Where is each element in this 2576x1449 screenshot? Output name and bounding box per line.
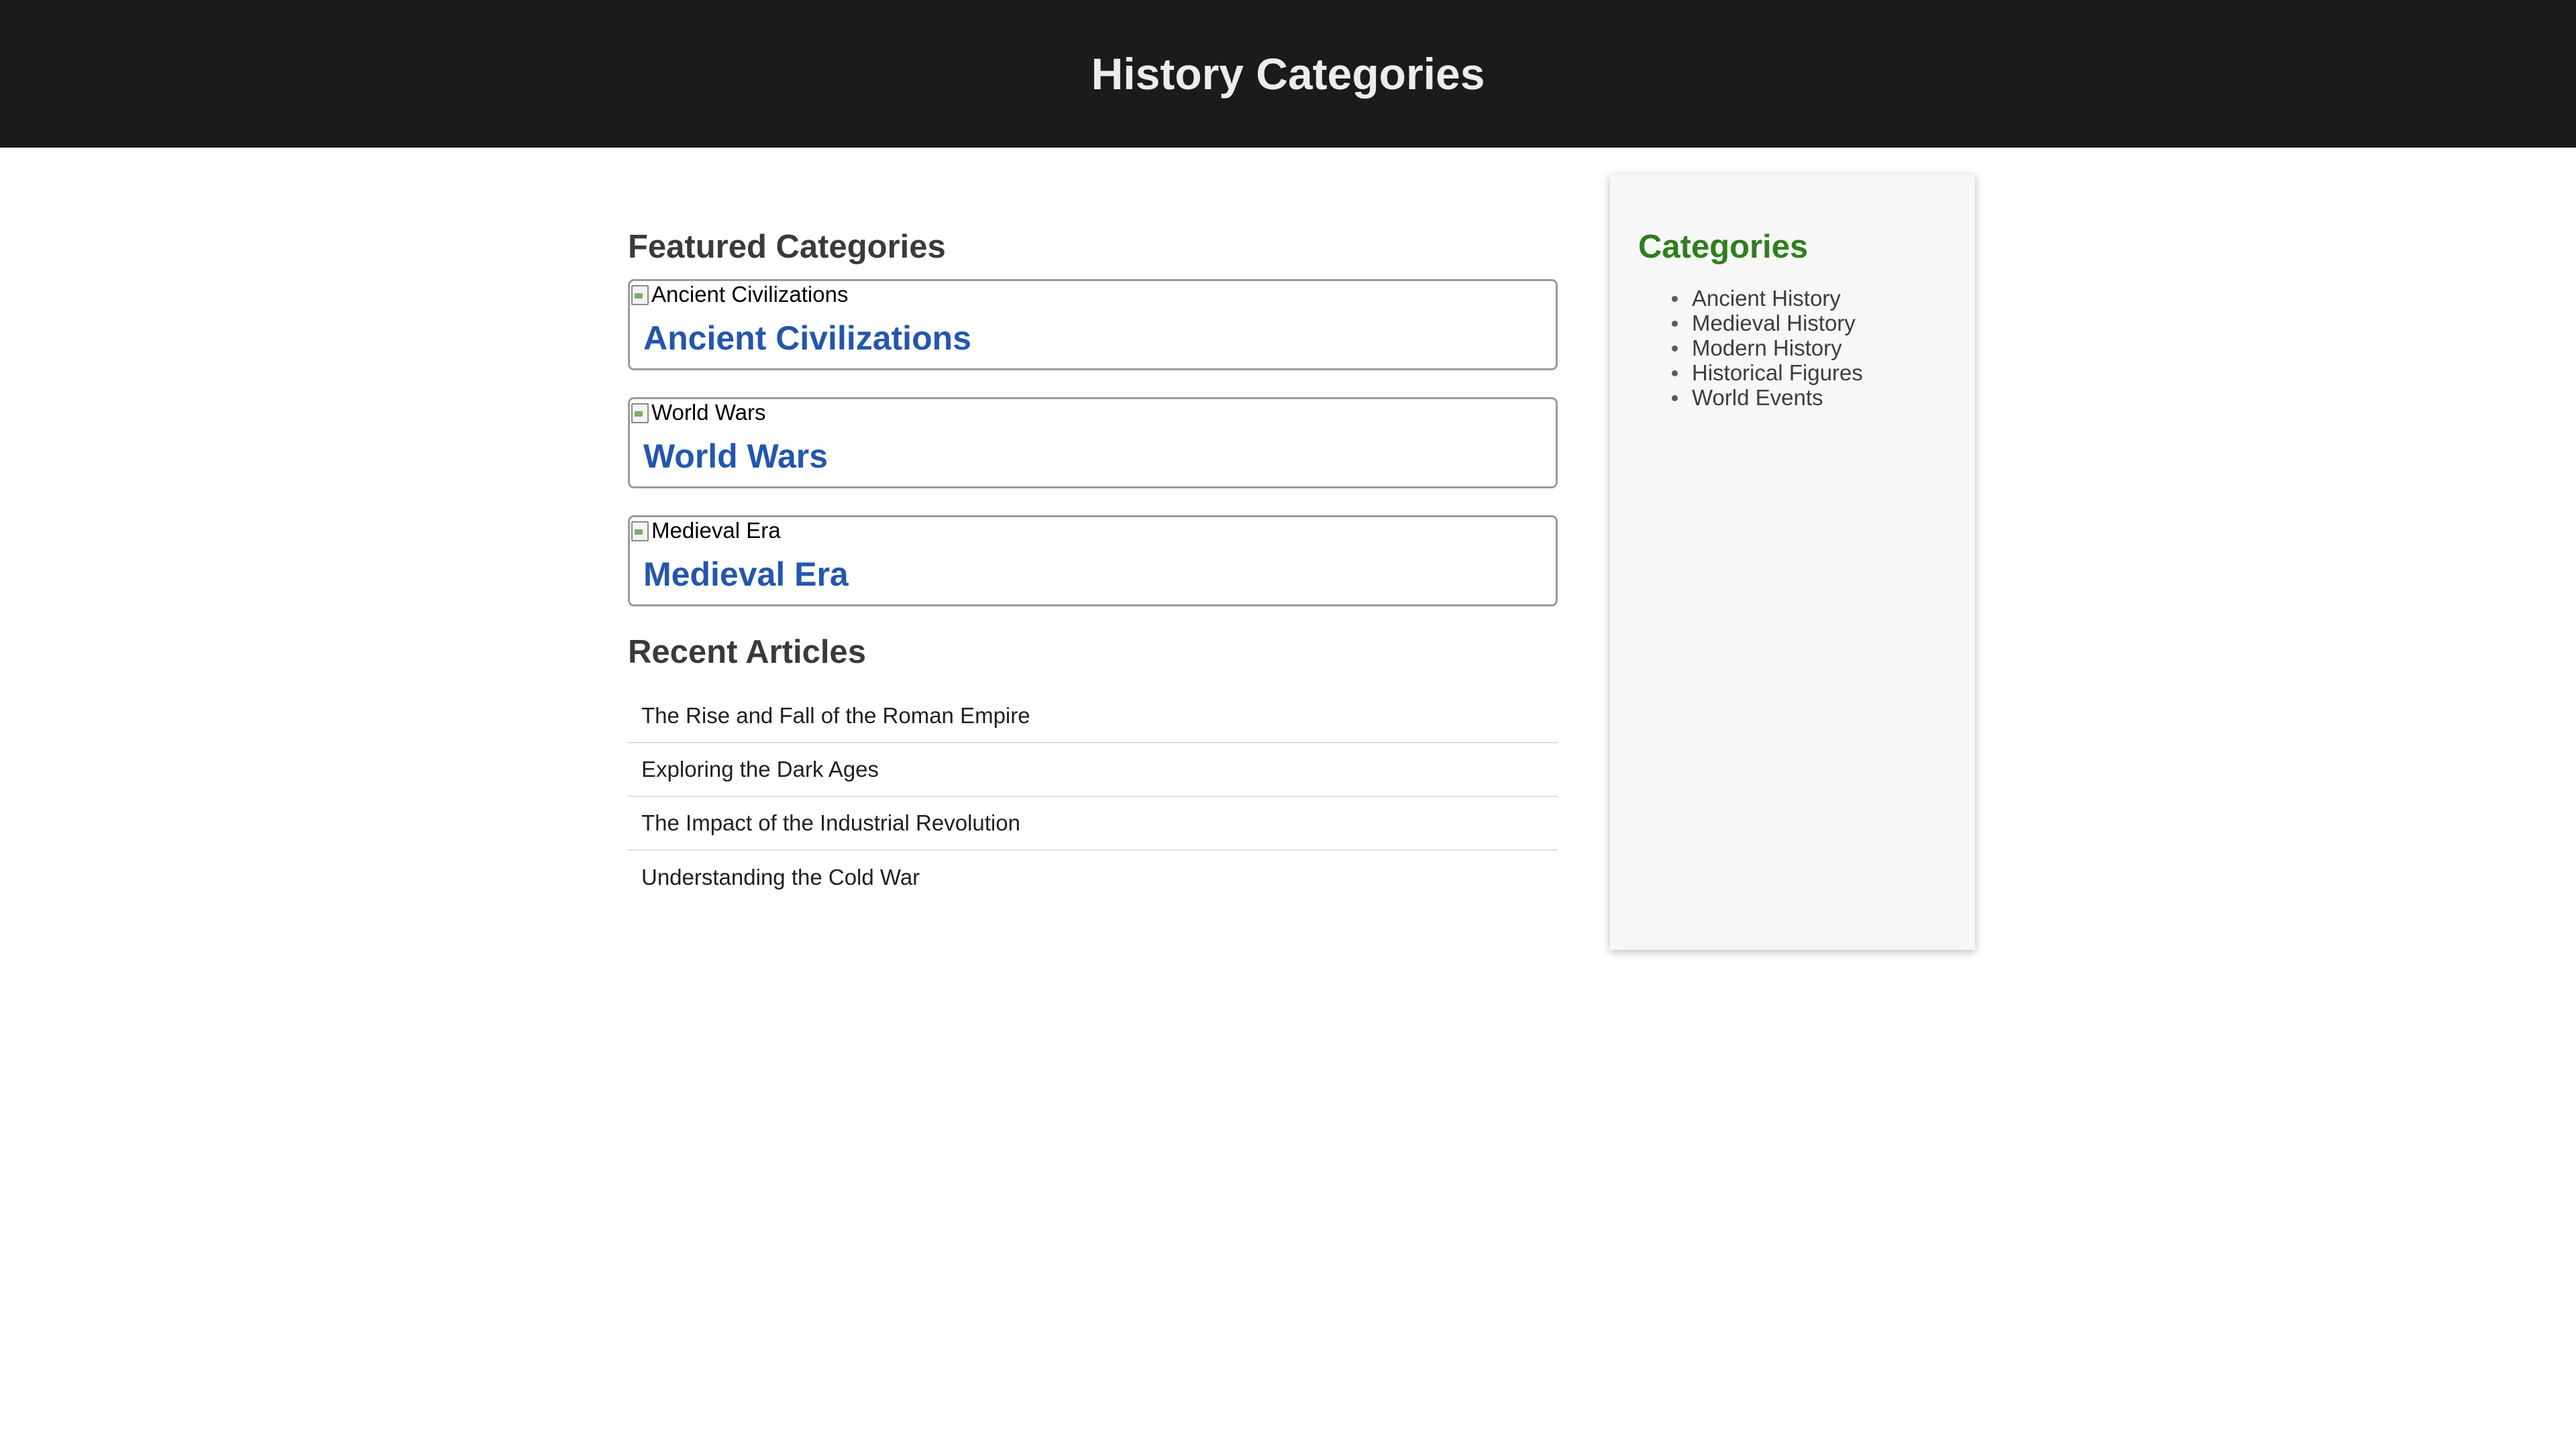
recent-articles-heading: Recent Articles <box>628 634 866 670</box>
sidebar-item-modern-history[interactable]: Modern History <box>1672 335 1948 360</box>
sidebar-item-medieval-history[interactable]: Medieval History <box>1672 311 1948 335</box>
sidebar-heading: Categories <box>1638 229 1809 265</box>
broken-image-icon <box>630 520 650 541</box>
page-title: History Categories <box>1091 49 1485 99</box>
sidebar-item-ancient-history[interactable]: Ancient History <box>1672 286 1948 311</box>
article-item[interactable]: Understanding the Cold War <box>628 851 1558 904</box>
sidebar-item-historical-figures[interactable]: Historical Figures <box>1672 360 1948 385</box>
article-item[interactable]: Exploring the Dark Ages <box>628 743 1558 797</box>
categories-sidebar: Categories Ancient History Medieval Hist… <box>1610 174 1975 950</box>
category-card-ancient-civilizations[interactable]: Ancient Civilizations Ancient Civilizati… <box>628 279 1558 370</box>
card-image: Medieval Era <box>630 517 781 544</box>
category-card-medieval-era[interactable]: Medieval Era Medieval Era <box>628 515 1558 606</box>
article-item[interactable]: The Impact of the Industrial Revolution <box>628 797 1558 851</box>
card-image-alt-text: Ancient Civilizations <box>651 282 849 307</box>
category-card-world-wars[interactable]: World Wars World Wars <box>628 397 1558 488</box>
main-content: Featured Categories Ancient Civilization… <box>628 172 1558 904</box>
recent-articles-list: The Rise and Fall of the Roman Empire Ex… <box>628 690 1558 904</box>
sidebar-item-world-events[interactable]: World Events <box>1672 385 1948 410</box>
broken-image-icon <box>630 402 650 423</box>
card-image: Ancient Civilizations <box>630 281 848 308</box>
featured-categories-heading: Featured Categories <box>628 229 946 265</box>
card-image: World Wars <box>630 399 766 426</box>
card-title-link[interactable]: Ancient Civilizations <box>643 319 971 358</box>
card-image-alt-text: Medieval Era <box>651 518 781 543</box>
card-title-link[interactable]: World Wars <box>643 437 828 476</box>
card-image-alt-text: World Wars <box>651 400 766 425</box>
site-header: History Categories <box>0 0 2576 148</box>
sidebar-category-list: Ancient History Medieval History Modern … <box>1638 286 1948 410</box>
article-item[interactable]: The Rise and Fall of the Roman Empire <box>628 690 1558 743</box>
broken-image-icon <box>630 284 650 305</box>
card-title-link[interactable]: Medieval Era <box>643 555 849 594</box>
